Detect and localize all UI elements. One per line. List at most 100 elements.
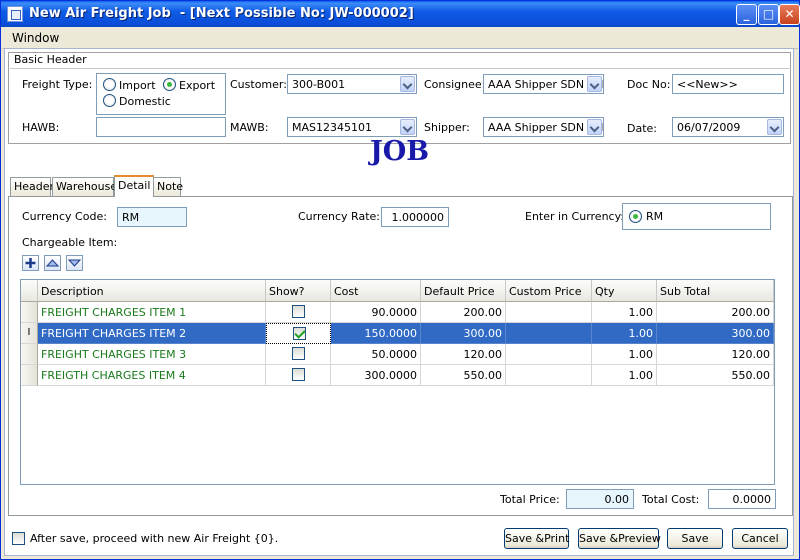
shipper-combo[interactable]: AAA Shipper SDN BH <box>483 117 604 137</box>
currency-rate-label: Currency Rate: <box>298 210 380 223</box>
move-up-button[interactable] <box>44 255 61 271</box>
currency-code-field[interactable]: RM <box>117 207 187 227</box>
col-header-qty[interactable]: Qty <box>592 280 657 302</box>
col-header-custom-price[interactable]: Custom Price <box>506 280 592 302</box>
cell-sub-total[interactable]: 300.00 <box>657 323 774 344</box>
chevron-down-icon[interactable] <box>400 76 415 92</box>
radio-domestic[interactable] <box>103 94 116 107</box>
move-down-button[interactable] <box>66 255 83 271</box>
minimize-button[interactable]: _ <box>736 4 757 25</box>
menu-window[interactable]: Window <box>12 31 59 45</box>
cell-custom-price[interactable] <box>506 323 592 344</box>
page-title: JOB <box>370 136 430 167</box>
app-icon <box>7 6 23 22</box>
radio-import-label: Import <box>119 79 156 92</box>
currency-rate-field[interactable]: 1.000000 <box>381 207 449 227</box>
radio-export[interactable] <box>163 78 176 91</box>
cell-default-price[interactable]: 300.00 <box>421 323 506 344</box>
col-header-cost[interactable]: Cost <box>331 280 421 302</box>
menu-bar: Window <box>2 27 798 49</box>
row-selector[interactable] <box>21 344 38 365</box>
chevron-down-icon[interactable] <box>587 119 602 135</box>
col-header-show[interactable]: Show? <box>266 280 331 302</box>
cell-default-price[interactable]: 200.00 <box>421 302 506 323</box>
save-print-button[interactable]: Save &Print <box>504 528 569 549</box>
cell-cost[interactable]: 150.0000 <box>331 323 421 344</box>
radio-import[interactable] <box>103 78 116 91</box>
cell-description[interactable]: FREIGHT CHARGES ITEM 1 <box>38 302 266 323</box>
cell-description[interactable]: FREIGHT CHARGES ITEM 2 <box>38 323 266 344</box>
show-checkbox[interactable] <box>292 368 305 381</box>
row-selector[interactable] <box>21 365 38 386</box>
proceed-new-label: After save, proceed with new Air Freight… <box>30 532 279 545</box>
cancel-button[interactable]: Cancel <box>732 528 788 549</box>
cell-description[interactable]: FREIGTH CHARGES ITEM 4 <box>38 365 266 386</box>
show-checkbox[interactable] <box>292 305 305 318</box>
save-button[interactable]: Save <box>667 528 723 549</box>
cell-cost[interactable]: 50.0000 <box>331 344 421 365</box>
add-item-button[interactable] <box>22 255 39 271</box>
total-cost-field[interactable]: 0.0000 <box>708 489 776 509</box>
proceed-new-checkbox[interactable] <box>12 532 25 545</box>
cell-cost[interactable]: 300.0000 <box>331 365 421 386</box>
cell-description[interactable]: FREIGHT CHARGES ITEM 3 <box>38 344 266 365</box>
table-row-selected[interactable]: I FREIGHT CHARGES ITEM 2 150.0000 300.00… <box>21 323 774 344</box>
cell-custom-price[interactable] <box>506 344 592 365</box>
cell-default-price[interactable]: 120.00 <box>421 344 506 365</box>
total-price-label: Total Price: <box>500 493 560 506</box>
col-header-description[interactable]: Description <box>38 280 266 302</box>
close-button[interactable]: ✕ <box>779 4 800 25</box>
mawb-combo[interactable]: MAS12345101 <box>287 117 417 137</box>
table-row[interactable]: FREIGHT CHARGES ITEM 3 50.0000 120.00 1.… <box>21 344 774 365</box>
date-value: 06/07/2009 <box>677 121 741 134</box>
cell-cost[interactable]: 90.0000 <box>331 302 421 323</box>
date-picker[interactable]: 06/07/2009 <box>672 117 784 137</box>
chevron-down-icon[interactable] <box>767 119 782 135</box>
title-bar[interactable]: New Air Freight Job - [Next Possible No:… <box>1 1 800 27</box>
cell-sub-total[interactable]: 200.00 <box>657 302 774 323</box>
table-row[interactable]: FREIGHT CHARGES ITEM 1 90.0000 200.00 1.… <box>21 302 774 323</box>
grid-corner <box>21 280 38 302</box>
cell-custom-price[interactable] <box>506 365 592 386</box>
hawb-label: HAWB: <box>22 121 60 134</box>
save-preview-button[interactable]: Save &Preview <box>578 528 661 549</box>
arrow-down-icon <box>67 259 82 267</box>
radio-currency-rm[interactable] <box>629 210 642 223</box>
tab-header[interactable]: Header <box>10 177 54 196</box>
cell-qty[interactable]: 1.00 <box>592 344 657 365</box>
chevron-down-icon[interactable] <box>400 119 415 135</box>
tab-note[interactable]: Note <box>153 177 183 196</box>
hawb-field[interactable] <box>96 117 226 137</box>
maximize-button[interactable]: □ <box>758 4 779 25</box>
consignee-combo[interactable]: AAA Shipper SDN BH <box>483 74 604 94</box>
cell-default-price[interactable]: 550.00 <box>421 365 506 386</box>
doc-no-field[interactable]: <<New>> <box>672 74 784 94</box>
tab-detail[interactable]: Detail <box>114 175 154 197</box>
tab-warehouse[interactable]: Warehouse <box>52 177 117 196</box>
chevron-down-icon[interactable] <box>587 76 602 92</box>
customer-combo[interactable]: 300-B001 <box>287 74 417 94</box>
arrow-up-icon <box>45 259 60 267</box>
basic-header-title: Basic Header <box>10 52 791 69</box>
row-selector[interactable]: I <box>21 323 38 344</box>
cell-custom-price[interactable] <box>506 302 592 323</box>
total-price-field[interactable]: 0.00 <box>566 489 634 509</box>
col-header-default-price[interactable]: Default Price <box>421 280 506 302</box>
show-checkbox[interactable] <box>292 347 305 360</box>
minimize-icon: _ <box>743 7 750 21</box>
col-header-sub-total[interactable]: Sub Total <box>657 280 774 302</box>
radio-domestic-label: Domestic <box>119 95 171 108</box>
cell-sub-total[interactable]: 550.00 <box>657 365 774 386</box>
plus-icon <box>25 258 36 268</box>
doc-no-label: Doc No: <box>627 78 671 91</box>
cell-show <box>266 302 331 323</box>
close-icon: ✕ <box>784 7 795 21</box>
total-cost-value: 0.0000 <box>732 493 772 506</box>
show-checkbox[interactable] <box>293 327 306 340</box>
cell-qty[interactable]: 1.00 <box>592 323 657 344</box>
cell-qty[interactable]: 1.00 <box>592 365 657 386</box>
cell-qty[interactable]: 1.00 <box>592 302 657 323</box>
table-row[interactable]: FREIGTH CHARGES ITEM 4 300.0000 550.00 1… <box>21 365 774 386</box>
cell-sub-total[interactable]: 120.00 <box>657 344 774 365</box>
row-selector[interactable] <box>21 302 38 323</box>
